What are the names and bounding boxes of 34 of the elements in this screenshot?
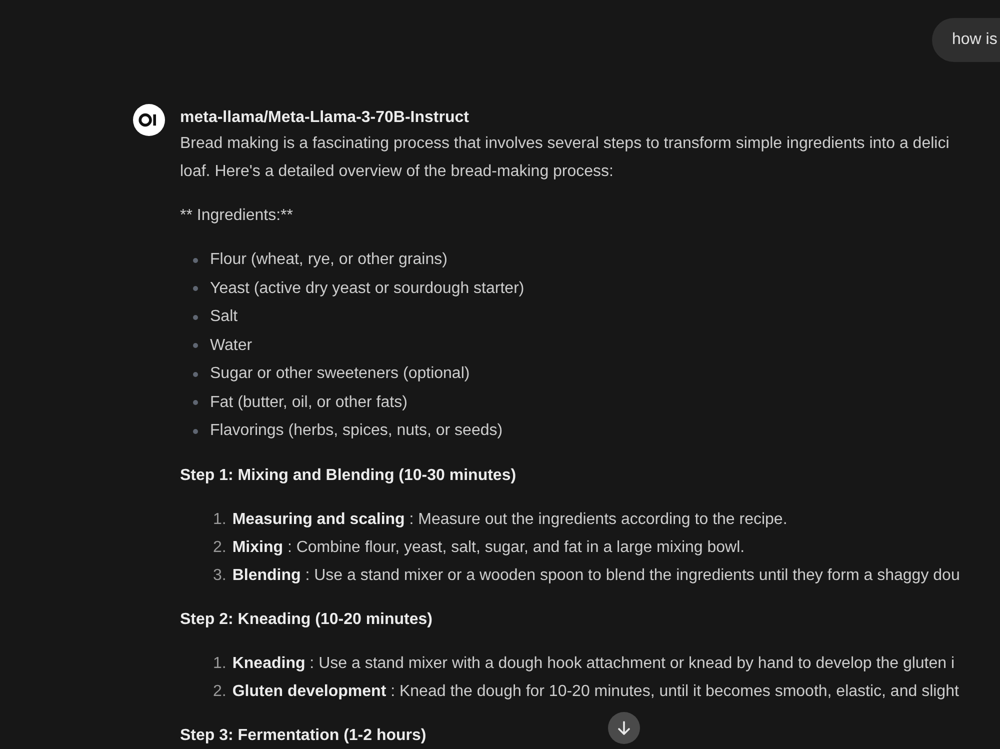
logo-icon [133,104,165,136]
list-number: 1. [213,510,226,528]
ingredients-label: ** Ingredients:** [180,206,293,226]
list-item-text: Measuring and scaling : Measure out the ingredients according to the recipe. [232,510,788,528]
list-item-text: Kneading : Use a stand mixer with a dough hook attachment or knead by hand to develop the gluten i [232,654,955,672]
list-number: 2. [213,682,226,700]
ingredient-item: Flour (wheat, rye, or other grains) [210,251,448,270]
ingredient-item: Flavorings (herbs, spices, nuts, or seeds) [210,422,503,440]
bullet-icon [193,258,198,263]
ingredient-item: Yeast (active dry yeast or sourdough starter) [210,280,524,298]
bullet-icon [193,428,198,434]
intro-paragraph: Bread making is a fascinating process that involves several steps to transform simple ingredients into a delici loaf. Here's a detailed overview of the bread-making process: [180,134,950,182]
list-item-text: Blending : Use a stand mixer or a wooden spoon to blend the ingredients until they form a shaggy dou [232,566,960,584]
ingredient-item: Salt [210,308,238,326]
list-number: 1. [213,654,226,672]
section-heading: Step 1: Mixing and Blending (10-30 minutes) [180,466,516,486]
ingredient-item: Sugar or other sweeteners (optional) [210,365,470,384]
arrow-down-icon [617,721,631,735]
ingredient-item: Fat (butter, oil, or other fats) [210,394,408,412]
section-heading: Step 2: Kneading (10-20 minutes) [180,610,432,630]
bullet-icon [193,286,198,292]
ingredient-item: Water [210,336,252,355]
list-item-text: Gluten development : Knead the dough for 10-20 minutes, until it becomes smooth, elastic, and slight [232,682,959,700]
bullet-icon [193,343,198,348]
bullet-icon [193,314,198,320]
model-name: meta-llama/Meta-Llama-3-70B-Instruct [180,108,469,128]
bullet-icon [193,372,198,377]
section-heading: Step 3: Fermentation (1-2 hours) [180,726,426,746]
list-number: 2. [213,538,226,556]
list-number: 3. [213,566,226,584]
list-item-text: Mixing : Combine flour, yeast, salt, sugar, and fat in a large mixing bowl. [232,538,745,556]
scroll-down-button[interactable] [608,712,640,744]
bullet-icon [193,400,198,406]
user-message-bubble: how is [932,18,1000,62]
